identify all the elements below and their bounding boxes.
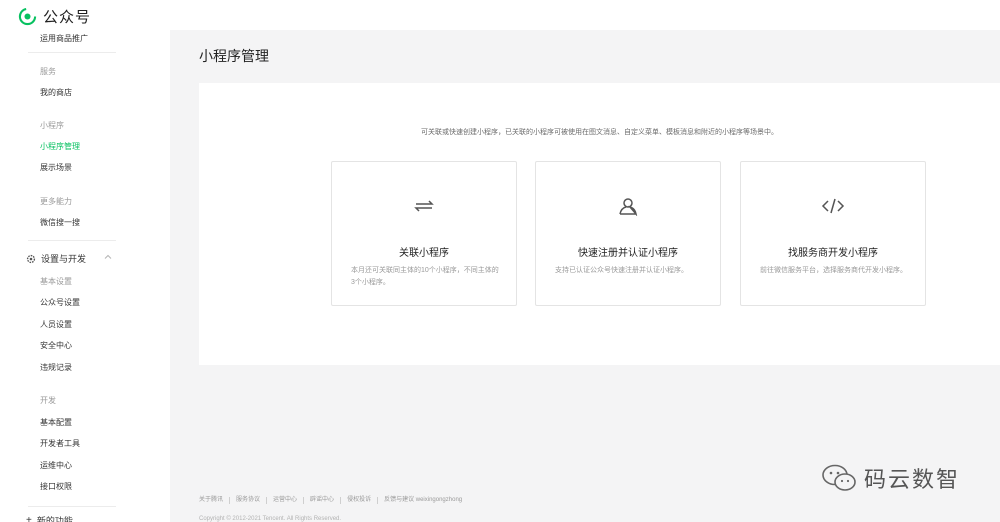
link-arrows-icon (414, 200, 434, 212)
sidebar-item-wechat-search[interactable]: 微信搜一搜 (40, 217, 80, 228)
footer-link[interactable]: 服务协议 (229, 497, 266, 504)
chevron-up-icon[interactable] (104, 253, 112, 261)
card-title: 关联小程序 (399, 248, 449, 259)
gear-icon (26, 254, 36, 263)
sidebar-divider (28, 52, 116, 53)
sidebar-category-services: 服务 (40, 67, 56, 76)
card-description: 本月还可关联同主体的10个小程序，不同主体的3个小程序。 (351, 267, 499, 286)
sidebar-category-miniprogram: 小程序 (40, 121, 64, 130)
sidebar-new-features-label: 新的功能 (36, 516, 73, 522)
footer-link[interactable]: 侵权投诉 (340, 497, 377, 504)
footer-link[interactable]: 关于腾讯 (199, 497, 229, 504)
sidebar-group-settings-dev[interactable]: 设置与开发 (26, 252, 112, 265)
sidebar-category-dev: 开发 (40, 396, 56, 405)
sidebar-item-miniprogram-manage[interactable]: 小程序管理 (40, 141, 80, 152)
sidebar-item-new-features[interactable]: + 新的功能 (26, 514, 73, 522)
sidebar-item-security-center[interactable]: 安全中心 (40, 340, 72, 351)
card-quick-register[interactable]: 快速注册并认证小程序 支持已认证公众号快速注册并认证小程序。 (535, 161, 721, 306)
top-bar: 公众号 (0, 0, 1000, 30)
sidebar-item-ops-center[interactable]: 运维中心 (40, 460, 72, 471)
footer-link[interactable]: 辟谣中心 (303, 497, 340, 504)
user-icon (619, 198, 638, 216)
card-description: 支持已认证公众号快速注册并认证小程序。 (555, 267, 688, 274)
sidebar: 运用商品推广 服务 我的商店 小程序 小程序管理 展示场景 更多能力 微信搜一搜… (0, 30, 170, 522)
sidebar-group-label: 设置与开发 (41, 254, 87, 264)
card-description: 前往微信服务平台，选择服务商代开发小程序。 (760, 267, 907, 274)
sidebar-item-my-store[interactable]: 我的商店 (40, 87, 72, 98)
card-title: 找服务商开发小程序 (788, 248, 878, 259)
card-find-provider[interactable]: 找服务商开发小程序 前往微信服务平台，选择服务商代开发小程序。 (740, 161, 926, 306)
watermark: 码云数智 (820, 462, 960, 494)
app-logo[interactable]: 公众号 (18, 6, 91, 27)
sidebar-divider (28, 240, 116, 241)
sidebar-item-api-permissions[interactable]: 接口权限 (40, 481, 72, 492)
wechat-mp-logo-icon (18, 7, 37, 26)
sidebar-divider (28, 506, 116, 507)
sidebar-item-display-scenes[interactable]: 展示场景 (40, 162, 72, 173)
content-panel: 可关联或快速创建小程序，已关联的小程序可被使用在图文消息、自定义菜单、模板消息和… (199, 83, 1000, 365)
sidebar-item-dev-tools[interactable]: 开发者工具 (40, 438, 80, 449)
footer-links: 关于腾讯 服务协议 运营中心 辟谣中心 侵权投诉 反馈与建议 weixingon… (199, 497, 468, 504)
sidebar-item-violation-records[interactable]: 违规记录 (40, 362, 72, 373)
plus-icon: + (26, 515, 32, 522)
sidebar-item-product-promo[interactable]: 运用商品推广 (40, 33, 88, 44)
panel-description: 可关联或快速创建小程序，已关联的小程序可被使用在图文消息、自定义菜单、模板消息和… (421, 129, 778, 136)
sidebar-item-basic-config[interactable]: 基本配置 (40, 417, 72, 428)
sidebar-item-account-settings[interactable]: 公众号设置 (40, 297, 80, 308)
page-title: 小程序管理 (199, 48, 269, 64)
sidebar-item-staff-settings[interactable]: 人员设置 (40, 319, 72, 330)
sidebar-category-more: 更多能力 (40, 197, 72, 206)
app-title: 公众号 (43, 9, 92, 26)
sidebar-category-basic-settings: 基本设置 (40, 277, 72, 286)
card-title: 快速注册并认证小程序 (578, 248, 678, 259)
footer-link[interactable]: 运营中心 (266, 497, 303, 504)
copyright-text: Copyright © 2012-2021 Tencent. All Right… (199, 516, 342, 522)
card-link-miniprogram[interactable]: 关联小程序 本月还可关联同主体的10个小程序，不同主体的3个小程序。 (331, 161, 517, 306)
watermark-text: 码云数智 (864, 467, 961, 492)
wechat-chat-icon (822, 464, 856, 491)
code-icon (821, 198, 845, 214)
footer-link[interactable]: 反馈与建议 weixingongzhong (377, 497, 468, 504)
